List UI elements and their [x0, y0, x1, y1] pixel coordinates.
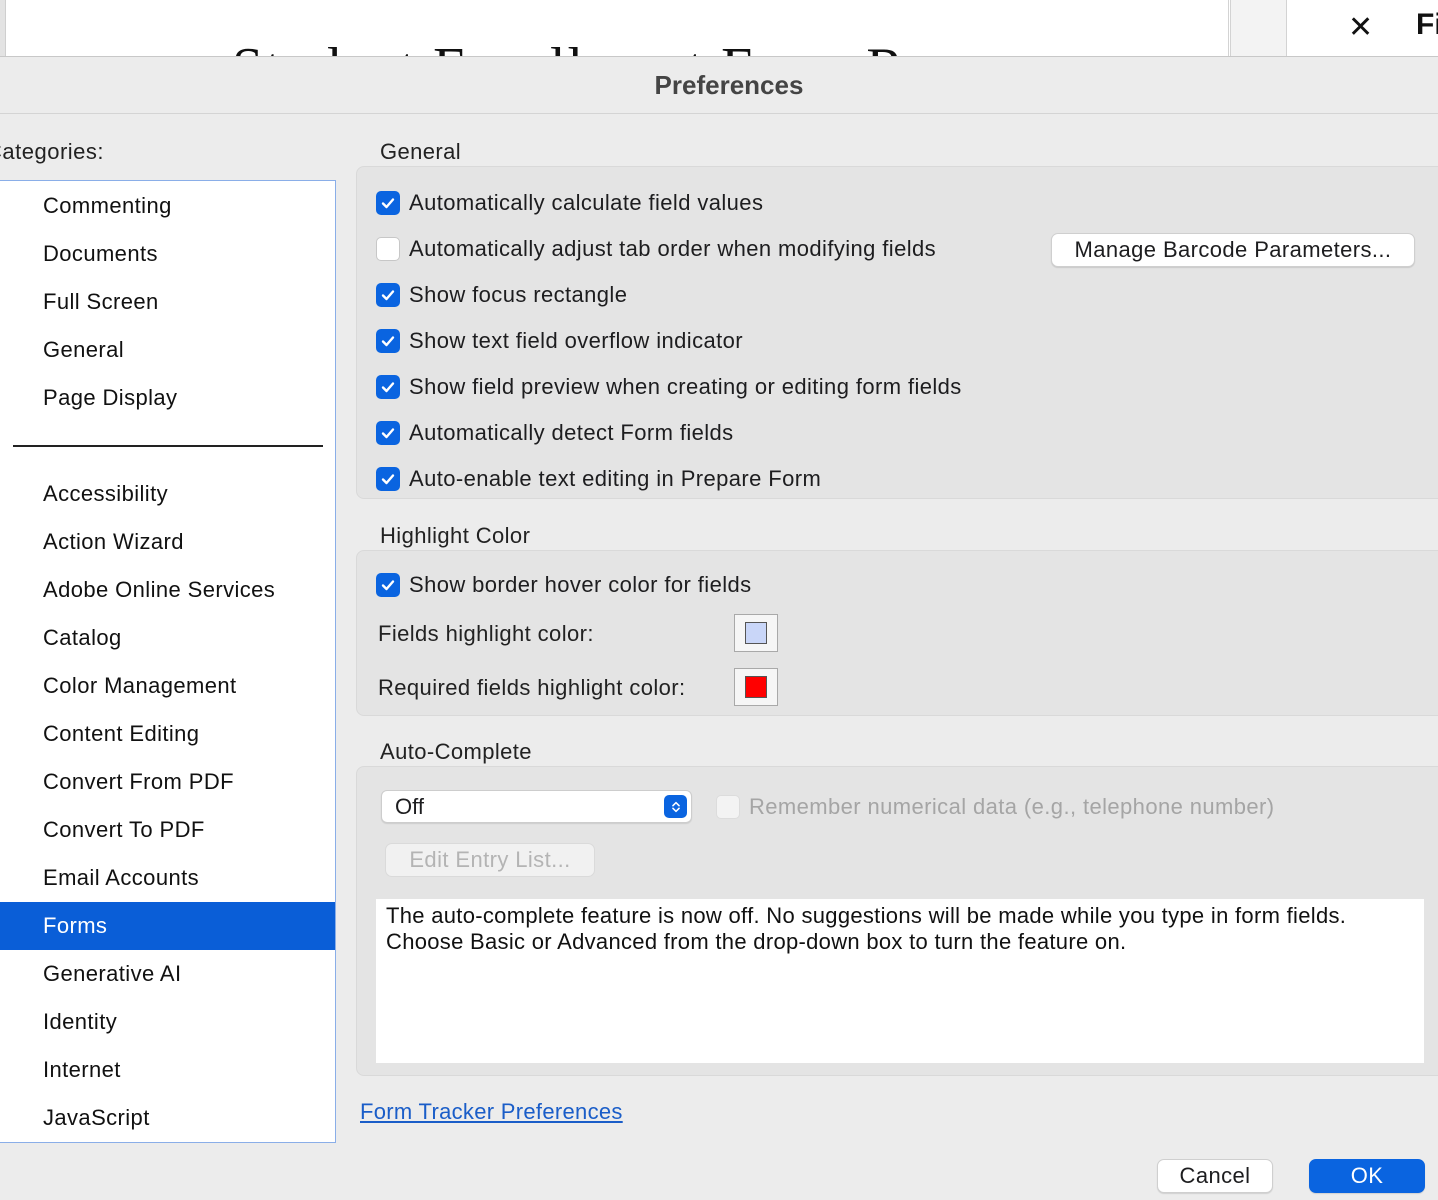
- fields-highlight-label: Fields highlight color:: [378, 621, 594, 646]
- option-label: Auto-enable text editing in Prepare Form: [409, 466, 822, 491]
- edit-entry-list-button[interactable]: Edit Entry List...: [385, 843, 595, 877]
- ok-button[interactable]: OK: [1309, 1159, 1425, 1193]
- option-auto-calculate[interactable]: Automatically calculate field values: [376, 188, 763, 218]
- category-full-screen[interactable]: Full Screen: [0, 278, 335, 326]
- option-label: Show border hover color for fields: [409, 572, 752, 597]
- option-focus-rectangle[interactable]: Show focus rectangle: [376, 280, 627, 310]
- option-label: Automatically detect Form fields: [409, 420, 734, 445]
- manage-barcode-parameters-button[interactable]: Manage Barcode Parameters...: [1051, 233, 1415, 267]
- background-panel: [1230, 0, 1287, 56]
- option-label: Show text field overflow indicator: [409, 328, 743, 353]
- cancel-button[interactable]: Cancel: [1157, 1159, 1273, 1193]
- preferences-dialog: Preferences Categories: Commenting Docum…: [0, 57, 1438, 1200]
- categories-label: Categories:: [0, 139, 105, 164]
- category-page-display[interactable]: Page Display: [0, 374, 335, 422]
- option-label: Automatically calculate field values: [409, 190, 764, 215]
- option-label: Show field preview when creating or edit…: [409, 374, 962, 399]
- option-detect-form-fields[interactable]: Automatically detect Form fields: [376, 418, 734, 448]
- option-label: Remember numerical data (e.g., telephone…: [749, 794, 1275, 819]
- autocomplete-section-title: Auto-Complete: [380, 739, 532, 764]
- categories-list[interactable]: Commenting Documents Full Screen General…: [0, 180, 336, 1143]
- category-email-accounts[interactable]: Email Accounts: [0, 854, 335, 902]
- autocomplete-description: The auto-complete feature is now off. No…: [376, 899, 1424, 1063]
- category-catalog[interactable]: Catalog: [0, 614, 335, 662]
- checkbox-checked[interactable]: [376, 421, 400, 445]
- category-convert-from-pdf[interactable]: Convert From PDF: [0, 758, 335, 806]
- category-adobe-online-services[interactable]: Adobe Online Services: [0, 566, 335, 614]
- checkbox-unchecked-disabled[interactable]: [716, 795, 740, 819]
- background-divider: [1228, 0, 1229, 56]
- highlight-section-title: Highlight Color: [380, 523, 531, 548]
- category-color-management[interactable]: Color Management: [0, 662, 335, 710]
- category-internet[interactable]: Internet: [0, 1046, 335, 1094]
- category-forms[interactable]: Forms: [0, 902, 335, 950]
- checkbox-checked[interactable]: [376, 467, 400, 491]
- category-documents[interactable]: Documents: [0, 230, 335, 278]
- autocomplete-mode-value: Off: [395, 794, 424, 819]
- required-highlight-swatch: [745, 676, 767, 698]
- category-identity[interactable]: Identity: [0, 998, 335, 1046]
- checkbox-checked[interactable]: [376, 375, 400, 399]
- option-label: Automatically adjust tab order when modi…: [409, 236, 937, 261]
- category-content-editing[interactable]: Content Editing: [0, 710, 335, 758]
- category-generative-ai[interactable]: Generative AI: [0, 950, 335, 998]
- category-convert-to-pdf[interactable]: Convert To PDF: [0, 806, 335, 854]
- autocomplete-mode-select[interactable]: Off: [381, 790, 692, 823]
- dialog-title: Preferences: [0, 57, 1438, 114]
- option-overflow-indicator[interactable]: Show text field overflow indicator: [376, 326, 743, 356]
- category-separator: [13, 445, 323, 447]
- option-border-hover-color[interactable]: Show border hover color for fields: [376, 570, 752, 600]
- fields-highlight-color-well[interactable]: [734, 614, 778, 652]
- checkbox-checked[interactable]: [376, 329, 400, 353]
- fields-highlight-swatch: [745, 622, 767, 644]
- category-action-wizard[interactable]: Action Wizard: [0, 518, 335, 566]
- option-auto-enable-text-editing[interactable]: Auto-enable text editing in Prepare Form: [376, 464, 821, 494]
- option-remember-numerical[interactable]: Remember numerical data (e.g., telephone…: [716, 792, 1274, 822]
- category-accessibility[interactable]: Accessibility: [0, 470, 335, 518]
- updown-chevron-icon: [664, 795, 687, 818]
- background-document-text: Student Enrollment Form R: [232, 36, 906, 56]
- close-icon[interactable]: ✕: [1348, 10, 1373, 45]
- background-side-text: Fi: [1416, 8, 1438, 41]
- option-field-preview[interactable]: Show field preview when creating or edit…: [376, 372, 962, 402]
- required-highlight-color-well[interactable]: [734, 668, 778, 706]
- description-line-1: The auto-complete feature is now off. No…: [386, 903, 1347, 928]
- category-commenting[interactable]: Commenting: [0, 182, 335, 230]
- category-javascript[interactable]: JavaScript: [0, 1094, 335, 1142]
- form-tracker-preferences-link[interactable]: Form Tracker Preferences: [360, 1099, 623, 1125]
- option-auto-tab-order[interactable]: Automatically adjust tab order when modi…: [376, 234, 936, 264]
- checkbox-checked[interactable]: [376, 573, 400, 597]
- background-window: Student Enrollment Form R ✕ Fi: [0, 0, 1438, 57]
- required-highlight-label: Required fields highlight color:: [378, 675, 686, 700]
- description-line-2: Choose Basic or Advanced from the drop-d…: [386, 929, 1127, 954]
- checkbox-checked[interactable]: [376, 191, 400, 215]
- general-section-title: General: [380, 139, 462, 164]
- checkbox-checked[interactable]: [376, 283, 400, 307]
- category-general[interactable]: General: [0, 326, 335, 374]
- checkbox-unchecked[interactable]: [376, 237, 400, 261]
- option-label: Show focus rectangle: [409, 282, 628, 307]
- background-doc-edge: [0, 0, 6, 56]
